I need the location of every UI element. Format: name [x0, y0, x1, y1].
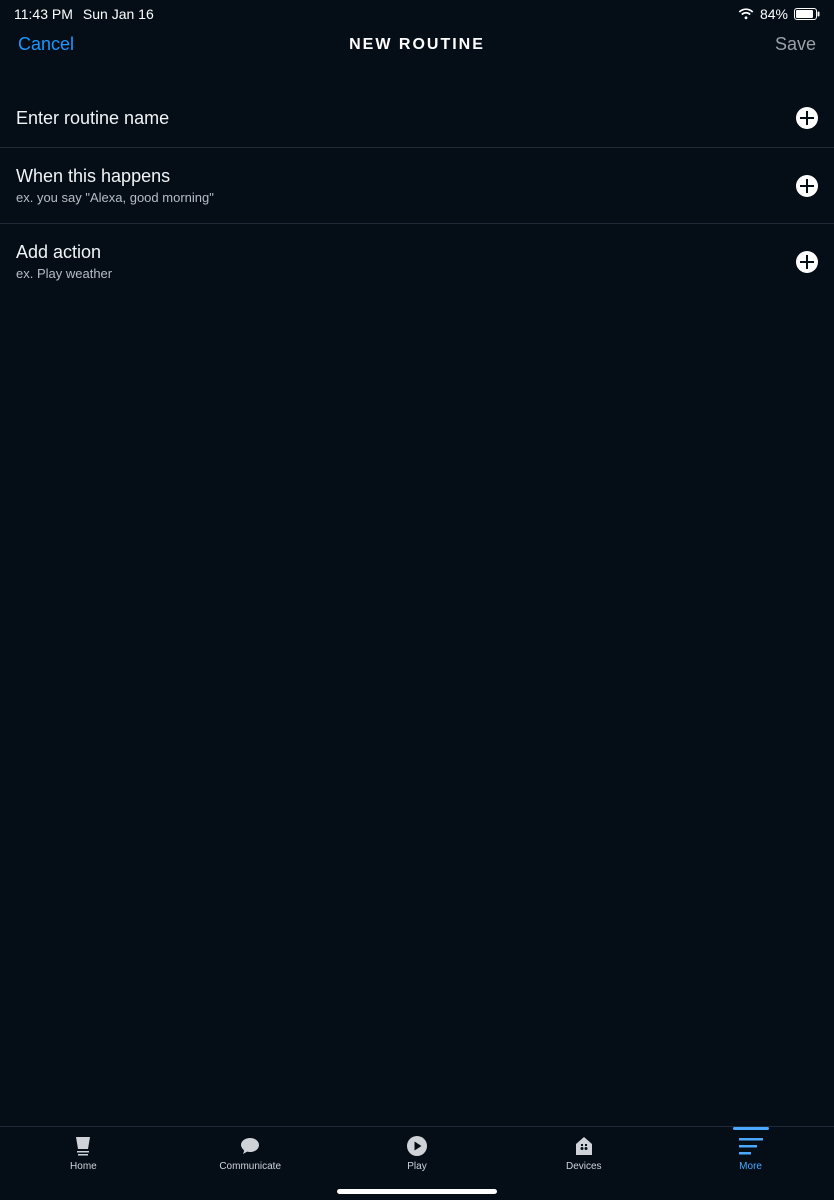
status-battery-text: 84%: [760, 6, 788, 22]
row-subtitle: ex. Play weather: [16, 266, 112, 281]
battery-icon: [794, 8, 820, 20]
tab-label: More: [739, 1161, 762, 1172]
devices-icon: [571, 1135, 597, 1157]
save-button[interactable]: Save: [775, 34, 816, 55]
tab-label: Home: [70, 1161, 97, 1172]
row-title: Add action: [16, 242, 112, 263]
more-icon: [738, 1135, 764, 1157]
tab-label: Communicate: [219, 1161, 281, 1172]
row-title: Enter routine name: [16, 108, 169, 129]
add-action-row[interactable]: Add action ex. Play weather: [0, 224, 834, 299]
plus-icon: [796, 251, 818, 273]
plus-icon: [796, 107, 818, 129]
tab-label: Devices: [566, 1161, 602, 1172]
content-area: Enter routine name When this happens ex.…: [0, 71, 834, 1126]
tab-more[interactable]: More: [691, 1135, 811, 1172]
plus-icon: [796, 175, 818, 197]
communicate-icon: [237, 1135, 263, 1157]
cancel-button[interactable]: Cancel: [18, 34, 74, 55]
tab-devices[interactable]: Devices: [524, 1135, 644, 1172]
status-date: Sun Jan 16: [83, 6, 154, 22]
play-icon: [404, 1135, 430, 1157]
when-this-happens-row[interactable]: When this happens ex. you say "Alexa, go…: [0, 148, 834, 224]
status-time: 11:43 PM: [14, 6, 73, 22]
tab-home[interactable]: Home: [23, 1135, 143, 1172]
nav-header: Cancel NEW ROUTINE Save: [0, 24, 834, 71]
wifi-icon: [738, 8, 754, 20]
enter-routine-name-row[interactable]: Enter routine name: [0, 71, 834, 148]
tab-label: Play: [407, 1161, 426, 1172]
row-subtitle: ex. you say "Alexa, good morning": [16, 190, 214, 205]
tab-play[interactable]: Play: [357, 1135, 477, 1172]
tab-communicate[interactable]: Communicate: [190, 1135, 310, 1172]
page-title: NEW ROUTINE: [0, 36, 834, 54]
status-bar: 11:43 PM Sun Jan 16 84%: [0, 0, 834, 24]
row-title: When this happens: [16, 166, 214, 187]
home-indicator[interactable]: [337, 1189, 497, 1194]
home-icon: [70, 1135, 96, 1157]
